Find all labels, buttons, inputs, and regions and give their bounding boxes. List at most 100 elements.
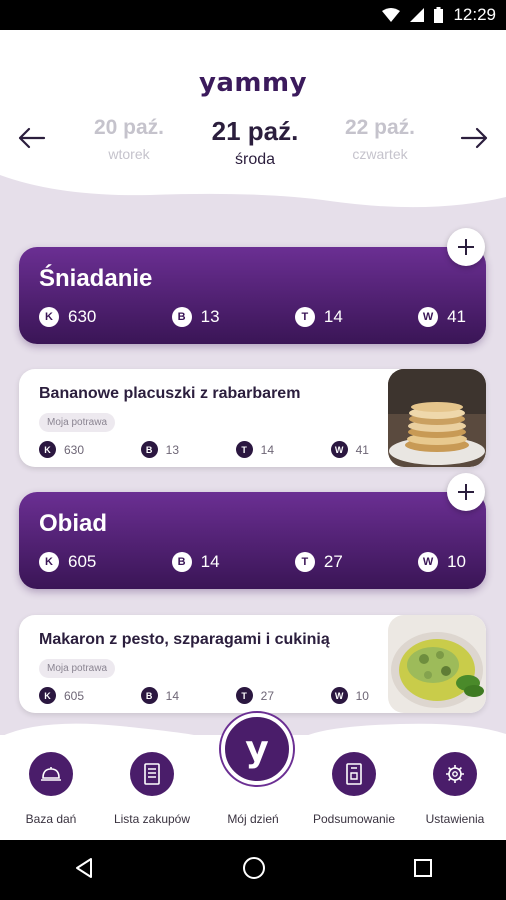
dish-name: Bananowe placuszki z rabarbarem <box>39 385 301 402</box>
gear-icon <box>433 752 477 796</box>
dish-photo-pancakes <box>388 369 486 467</box>
meal-title: Śniadanie <box>39 265 153 292</box>
nav-label: Lista zakupów <box>113 812 191 826</box>
status-bar: 12:29 <box>0 0 506 30</box>
dish-name: Makaron z pesto, szparagami i cukinią <box>39 631 330 648</box>
signal-icon <box>410 8 425 22</box>
plus-icon <box>458 484 474 500</box>
dish-card[interactable]: Bananowe placuszki z rabarbarem Moja pot… <box>19 369 486 467</box>
prev-day-button[interactable] <box>14 120 50 156</box>
macro-protein: B 14 <box>140 687 180 704</box>
dish-photo-pasta <box>388 615 486 713</box>
date-prev-day: 20 paź. <box>93 116 165 139</box>
back-button[interactable] <box>73 857 95 884</box>
date-prev-weekday: wtorek <box>108 146 150 162</box>
meal-title: Obiad <box>39 510 108 537</box>
nav-label: Mój dzień <box>227 812 279 826</box>
macro-badge: K <box>39 441 56 458</box>
macro-value: 27 <box>260 688 274 703</box>
macro-fat: T 14 <box>294 307 343 327</box>
macro-value: 13 <box>165 442 180 457</box>
macro-value: 10 <box>355 688 369 703</box>
home-button[interactable] <box>242 856 266 885</box>
macro-value: 630 <box>64 442 85 457</box>
date-current-weekday: środa <box>234 151 276 168</box>
macro-value: 27 <box>323 552 343 571</box>
add-breakfast-button[interactable] <box>447 228 485 266</box>
nav-item-recipes[interactable]: Baza dań <box>1 752 101 826</box>
macro-badge: T <box>235 687 253 704</box>
app-logo: yammy <box>198 68 308 98</box>
macro-badge: W <box>330 441 348 458</box>
date-current: 21 paź. środa <box>185 116 325 169</box>
header-wave <box>0 175 506 208</box>
macro-value: 10 <box>447 552 466 571</box>
android-nav-bar <box>0 840 506 900</box>
dish-macros: K 605 B 14 T 27 W 10 <box>39 687 369 704</box>
nav-item-settings[interactable]: Ustawienia <box>405 752 505 826</box>
macro-fat: T 27 <box>235 687 274 704</box>
macro-badge: T <box>294 552 315 572</box>
macro-value: 605 <box>68 552 97 571</box>
meal-card-lunch[interactable]: Obiad K 605 B 14 T 27 W 10 <box>19 492 486 589</box>
nav-label: Baza dań <box>25 812 77 826</box>
macro-protein: B 13 <box>140 441 180 458</box>
date-current-day: 21 paź. <box>211 116 299 146</box>
macro-carbs: W 10 <box>330 687 369 704</box>
add-lunch-button[interactable] <box>447 473 485 511</box>
macro-fat: T 14 <box>235 441 274 458</box>
macro-badge: W <box>418 307 439 327</box>
summary-icon <box>332 752 376 796</box>
macro-value: 14 <box>323 307 343 326</box>
macro-value: 630 <box>68 307 97 326</box>
recents-button[interactable] <box>413 858 433 883</box>
macro-carbs: W 10 <box>418 552 466 572</box>
dish-tag: Moja potrawa <box>39 659 116 678</box>
macro-badge: T <box>235 441 253 458</box>
macro-value: 13 <box>200 307 220 326</box>
date-next-day: 22 paź. <box>344 116 416 139</box>
dish-card[interactable]: Makaron z pesto, szparagami i cukinią Mo… <box>19 615 486 713</box>
macro-badge: B <box>140 687 158 704</box>
battery-icon <box>434 7 444 23</box>
meal-macros: K 605 B 14 T 27 W 10 <box>39 552 466 572</box>
macro-kcal: K 630 <box>39 307 96 327</box>
nav-item-shopping-list[interactable]: Lista zakupów <box>102 752 202 826</box>
macro-badge: K <box>39 307 59 327</box>
macro-kcal: K 605 <box>39 552 96 572</box>
status-time: 12:29 <box>453 5 496 24</box>
meal-card-breakfast[interactable]: Śniadanie K 630 B 13 T 14 W 41 <box>19 247 486 344</box>
list-icon <box>130 752 174 796</box>
macro-badge: B <box>171 552 192 572</box>
macro-badge: K <box>39 687 56 704</box>
wifi-icon <box>382 8 401 22</box>
macro-badge: K <box>39 552 59 572</box>
home-circle-icon <box>242 856 265 879</box>
plus-icon <box>458 239 474 255</box>
macro-value: 14 <box>200 552 220 571</box>
arrow-left-icon <box>18 127 46 149</box>
date-prev[interactable]: 20 paź. wtorek <box>59 116 199 162</box>
recents-square-icon <box>413 858 432 877</box>
arrow-right-icon <box>460 127 488 149</box>
macro-protein: B 14 <box>171 552 220 572</box>
meal-macros: K 630 B 13 T 14 W 41 <box>39 307 466 327</box>
next-day-button[interactable] <box>456 120 492 156</box>
macro-kcal: K 605 <box>39 687 84 704</box>
macro-value: 41 <box>447 307 466 326</box>
back-triangle-icon <box>76 857 93 878</box>
macro-badge: B <box>140 441 158 458</box>
date-next[interactable]: 22 paź. czwartek <box>310 116 450 162</box>
macro-value: 14 <box>260 442 274 457</box>
macro-fat: T 27 <box>294 552 343 572</box>
nav-item-summary[interactable]: Podsumowanie <box>304 752 404 826</box>
macro-protein: B 13 <box>171 307 220 327</box>
nav-item-my-day[interactable]: Mój dzień <box>203 752 303 826</box>
dish-tag: Moja potrawa <box>39 413 116 432</box>
macro-value: 14 <box>165 688 180 703</box>
macro-value: 41 <box>355 442 369 457</box>
nav-label: Ustawienia <box>425 812 485 826</box>
macro-carbs: W 41 <box>330 441 369 458</box>
cloche-icon <box>29 752 73 796</box>
